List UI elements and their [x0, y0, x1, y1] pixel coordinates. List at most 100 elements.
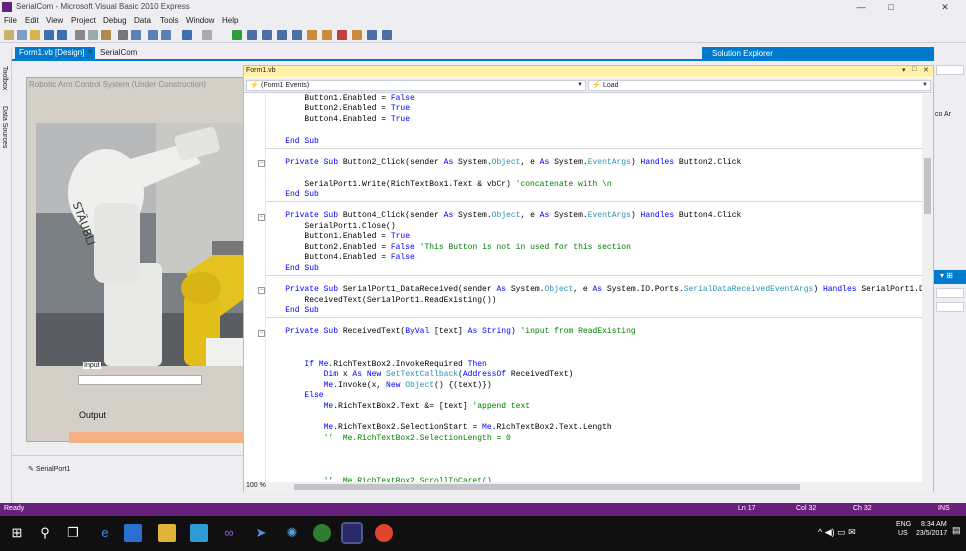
indent-icon[interactable]	[148, 30, 158, 40]
store-icon[interactable]	[124, 524, 142, 542]
solution-explorer-icon[interactable]	[322, 30, 332, 40]
tab-form1-design[interactable]: Form1.vb [Design]	[15, 47, 95, 59]
clock-time[interactable]: 8:34 AM	[921, 521, 947, 528]
minimize-button[interactable]: —	[846, 0, 876, 15]
toolbox-icon[interactable]	[367, 30, 377, 40]
app-green-icon[interactable]	[313, 524, 331, 542]
step-into-icon[interactable]	[277, 30, 287, 40]
code-line: Me.RichTextBox2.SelectionStart = Me.Rich…	[323, 423, 612, 432]
close-button[interactable]: ✕	[930, 0, 960, 15]
status-line: Ln 17	[738, 505, 756, 512]
uncomment-icon[interactable]	[131, 30, 141, 40]
step-over-icon[interactable]	[292, 30, 302, 40]
scrollbar-thumb[interactable]	[294, 484, 800, 490]
tray-icons[interactable]: ^ ◀) ▭ ✉	[818, 527, 856, 538]
error-list-icon[interactable]	[382, 30, 392, 40]
vertical-scrollbar[interactable]	[922, 94, 933, 482]
app-icon[interactable]	[190, 524, 208, 542]
output-textbox[interactable]	[69, 432, 245, 443]
paste-icon[interactable]	[101, 30, 111, 40]
code-close-icon[interactable]: ✕	[923, 66, 929, 74]
visual-studio-taskbar-icon[interactable]: ∞	[220, 525, 238, 541]
zoom-level[interactable]: 100 %	[246, 482, 266, 489]
code-line: '' Me.RichTextBox2.SelectionLength = 0	[323, 434, 511, 443]
menu-tools[interactable]: Tools	[160, 16, 179, 25]
pin-icon[interactable]: ▾ ⊞	[940, 271, 953, 280]
new-project-icon[interactable]	[4, 30, 14, 40]
copy-icon[interactable]	[88, 30, 98, 40]
outdent-icon[interactable]	[161, 30, 171, 40]
serialport-component[interactable]: ✎ SerialPort1	[28, 465, 70, 473]
properties-icon[interactable]	[337, 30, 347, 40]
tab-serialcom[interactable]: SerialCom	[96, 47, 141, 59]
save-icon[interactable]	[44, 30, 54, 40]
robot-arm-picture[interactable]: STÄUBLI	[36, 123, 245, 366]
save-all-icon[interactable]	[57, 30, 67, 40]
find-icon[interactable]	[307, 30, 317, 40]
code-line: Private Sub Button2_Click(sender As Syst…	[285, 158, 742, 167]
collapse-icon[interactable]: −	[258, 330, 265, 337]
menu-file[interactable]: File	[4, 16, 17, 25]
toolbox-tab[interactable]: Toolbox	[1, 66, 8, 90]
notification-icon[interactable]: ▤	[952, 525, 961, 536]
code-editor-window[interactable]: Form1.vb ▾ □ ✕ ⚡ (Form1 Events) ▼ ⚡ Load…	[243, 65, 934, 492]
form-preview[interactable]: Robotic Arm Control System (Under Constr…	[26, 77, 245, 443]
navigation-bar: ⚡ (Form1 Events) ▼ ⚡ Load ▼	[244, 78, 933, 93]
menu-window[interactable]: Window	[186, 16, 214, 25]
task-view-icon[interactable]: ❐	[64, 525, 82, 541]
language-indicator[interactable]: ENG	[896, 521, 911, 528]
float-dropdown-icon[interactable]: ▾	[902, 66, 906, 74]
region-indicator[interactable]: US	[898, 530, 908, 537]
data-sources-tab[interactable]: Data Sources	[1, 106, 8, 148]
menu-data[interactable]: Data	[134, 16, 151, 25]
method-dropdown-value: Load	[603, 82, 619, 89]
settings-gear-icon[interactable]: ✺	[283, 525, 301, 541]
stop-icon[interactable]	[262, 30, 272, 40]
collapse-icon[interactable]: −	[258, 160, 265, 167]
method-dropdown[interactable]: ⚡ Load ▼	[588, 80, 931, 91]
file-explorer-icon[interactable]	[158, 524, 176, 542]
code-line: Button4.Enabled = False	[266, 253, 415, 262]
horizontal-scrollbar[interactable]: 100 %	[244, 482, 933, 492]
properties-object-dropdown[interactable]	[936, 288, 964, 298]
collapse-icon[interactable]: −	[258, 214, 265, 221]
search-icon[interactable]: ⚲	[36, 525, 54, 541]
maximize-icon[interactable]: □	[912, 66, 916, 73]
chrome-icon[interactable]	[375, 524, 393, 542]
undo-icon[interactable]	[182, 30, 192, 40]
menu-edit[interactable]: Edit	[25, 16, 39, 25]
menu-help[interactable]: Help	[222, 16, 238, 25]
collapse-icon[interactable]: −	[258, 287, 265, 294]
redo-icon[interactable]	[202, 30, 212, 40]
vb-express-taskbar-icon[interactable]	[341, 522, 363, 544]
edge-browser-icon[interactable]: e	[96, 525, 114, 541]
code-line: Button2.Enabled = True	[266, 104, 411, 113]
clock-date[interactable]: 23/5/2017	[916, 530, 947, 537]
code-editor[interactable]: − − − − Button1.Enabled = False Button2.…	[244, 94, 922, 482]
class-dropdown[interactable]: ⚡ (Form1 Events) ▼	[246, 80, 586, 91]
open-file-icon[interactable]	[30, 30, 40, 40]
solution-explorer-item-fragment[interactable]: co Ar	[935, 111, 951, 118]
cut-icon[interactable]	[75, 30, 85, 40]
menu-debug[interactable]: Debug	[103, 16, 127, 25]
scrollbar-thumb[interactable]	[924, 158, 931, 214]
start-debugging-icon[interactable]	[232, 30, 242, 40]
code-window-titlebar[interactable]: Form1.vb ▾ □ ✕	[244, 66, 933, 77]
chevron-down-icon: ▼	[922, 82, 928, 88]
menu-view[interactable]: View	[46, 16, 63, 25]
input-textbox[interactable]	[78, 375, 202, 385]
comment-icon[interactable]	[118, 30, 128, 40]
status-column: Col 32	[796, 505, 817, 512]
status-ready: Ready	[4, 505, 25, 512]
properties-toolbar[interactable]	[936, 302, 964, 312]
menu-project[interactable]: Project	[71, 16, 96, 25]
powershell-icon[interactable]: ➤	[252, 525, 270, 541]
title-bar: SerialCom - Microsoft Visual Basic 2010 …	[0, 0, 966, 15]
restore-button[interactable]: □	[876, 0, 906, 15]
tab-close-icon[interactable]: ✕	[87, 48, 93, 56]
add-item-icon[interactable]	[17, 30, 27, 40]
object-browser-icon[interactable]	[352, 30, 362, 40]
start-windows-icon[interactable]: ⊞	[8, 525, 26, 541]
pause-icon[interactable]	[247, 30, 257, 40]
se-search-box[interactable]	[936, 65, 964, 75]
